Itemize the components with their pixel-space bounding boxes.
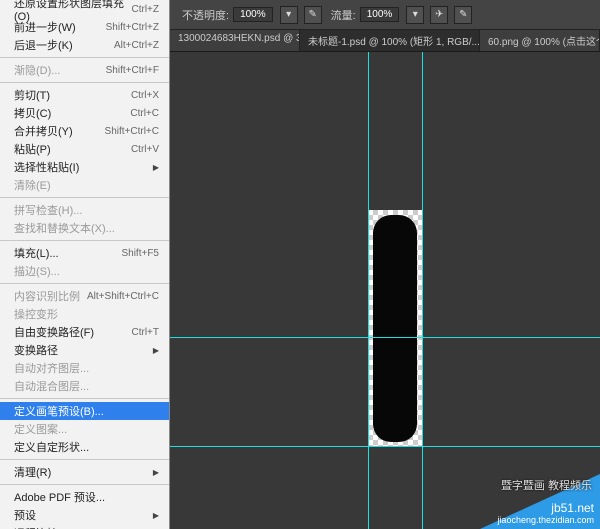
menu-item-label: 粘贴(P) bbox=[14, 141, 51, 157]
menu-item-label: 后退一步(K) bbox=[14, 37, 73, 53]
menu-item[interactable]: Adobe PDF 预设... bbox=[0, 488, 169, 506]
menu-item[interactable]: 自由变换路径(F) Ctrl+T bbox=[0, 323, 169, 341]
menu-item[interactable]: 变换路径 bbox=[0, 341, 169, 359]
watermark: 暨字暨画 教程频乐 jb51.net jiaocheng.thezidian.c… bbox=[480, 474, 600, 529]
menu-item: 定义图案... bbox=[0, 420, 169, 438]
menu-item[interactable]: 定义自定形状... bbox=[0, 438, 169, 456]
menu-item-label: 剪切(T) bbox=[14, 87, 50, 103]
menu-item[interactable]: 剪切(T) Ctrl+X bbox=[0, 86, 169, 104]
menu-separator bbox=[0, 57, 169, 58]
menu-item-label: 查找和替换文本(X)... bbox=[14, 220, 115, 236]
menu-item: 清除(E) bbox=[0, 176, 169, 194]
menu-item-label: 预设 bbox=[14, 507, 36, 523]
menu-item-label: 定义图案... bbox=[14, 421, 67, 437]
menu-item-shortcut: Ctrl+V bbox=[131, 144, 159, 155]
menu-separator bbox=[0, 240, 169, 241]
menu-item[interactable]: 清理(R) bbox=[0, 463, 169, 481]
menu-item-label: 远程连接... bbox=[14, 525, 67, 529]
menu-item[interactable]: 定义画笔预设(B)... bbox=[0, 402, 169, 420]
watermark-line2: jiaocheng.thezidian.com bbox=[497, 515, 594, 525]
menu-item-label: 定义自定形状... bbox=[14, 439, 89, 455]
menu-item-label: 自由变换路径(F) bbox=[14, 324, 94, 340]
menu-item-label: 操控变形 bbox=[14, 306, 58, 322]
menu-separator bbox=[0, 82, 169, 83]
menu-item-label: 变换路径 bbox=[14, 342, 58, 358]
menu-item: 拼写检查(H)... bbox=[0, 201, 169, 219]
flow-value[interactable]: 100% bbox=[360, 7, 400, 22]
menu-item-label: 渐隐(D)... bbox=[14, 62, 60, 78]
menu-item: 渐隐(D)... Shift+Ctrl+F bbox=[0, 61, 169, 79]
menu-item-label: 定义画笔预设(B)... bbox=[14, 403, 104, 419]
options-bar: 不透明度: 100% ▾ ✎ 流量: 100% ▾ ✈ ✎ bbox=[170, 0, 600, 30]
menu-item-shortcut: Shift+Ctrl+C bbox=[105, 126, 159, 137]
menu-item-shortcut: Ctrl+C bbox=[130, 108, 159, 119]
menu-item-label: 自动对齐图层... bbox=[14, 360, 89, 376]
menu-separator bbox=[0, 283, 169, 284]
menu-item: 操控变形 bbox=[0, 305, 169, 323]
menu-item[interactable]: 合并拷贝(Y) Shift+Ctrl+C bbox=[0, 122, 169, 140]
pressure-opacity-icon[interactable]: ✎ bbox=[304, 6, 322, 24]
menu-item: 自动对齐图层... bbox=[0, 359, 169, 377]
menu-item-label: Adobe PDF 预设... bbox=[14, 489, 105, 505]
menu-item[interactable]: 预设 bbox=[0, 506, 169, 524]
menu-separator bbox=[0, 398, 169, 399]
menu-item-label: 填充(L)... bbox=[14, 245, 59, 261]
menu-item-label: 合并拷贝(Y) bbox=[14, 123, 73, 139]
opacity-dropdown-icon[interactable]: ▾ bbox=[280, 6, 298, 24]
menu-item: 内容识别比例 Alt+Shift+Ctrl+C bbox=[0, 287, 169, 305]
menu-item[interactable]: 填充(L)... Shift+F5 bbox=[0, 244, 169, 262]
guide-vertical-1 bbox=[368, 52, 369, 529]
menu-item-label: 拷贝(C) bbox=[14, 105, 51, 121]
watermark-top-text: 暨字暨画 教程频乐 bbox=[501, 477, 592, 493]
airbrush-icon[interactable]: ✈ bbox=[430, 6, 448, 24]
menu-item-label: 前进一步(W) bbox=[14, 19, 76, 35]
menu-item-label: 自动混合图层... bbox=[14, 378, 89, 394]
pressure-size-icon[interactable]: ✎ bbox=[454, 6, 472, 24]
menu-item[interactable]: 选择性粘贴(I) bbox=[0, 158, 169, 176]
menu-item-shortcut: Shift+Ctrl+F bbox=[106, 65, 159, 76]
menu-item-label: 描边(S)... bbox=[14, 263, 60, 279]
menu-item: 自动混合图层... bbox=[0, 377, 169, 395]
flow-label: 流量: bbox=[331, 7, 356, 23]
document-tabs: 1300024683HEKN.psd @ 3... 未标题-1.psd @ 10… bbox=[170, 30, 600, 52]
tab-document-3[interactable]: 60.png @ 100% (点击这个，将 选区转 bbox=[480, 30, 600, 51]
tab-document-2[interactable]: 未标题-1.psd @ 100% (矩形 1, RGB/... bbox=[300, 30, 480, 51]
menu-item[interactable]: 还原设置形状图层填充(O)Ctrl+Z bbox=[0, 0, 169, 18]
menu-separator bbox=[0, 459, 169, 460]
menu-item[interactable]: 粘贴(P) Ctrl+V bbox=[0, 140, 169, 158]
menu-item[interactable]: 拷贝(C) Ctrl+C bbox=[0, 104, 169, 122]
menu-item: 描边(S)... bbox=[0, 262, 169, 280]
menu-item-label: 内容识别比例 bbox=[14, 288, 80, 304]
canvas-area[interactable] bbox=[170, 52, 600, 529]
menu-item-shortcut: Alt+Ctrl+Z bbox=[114, 40, 159, 51]
menu-item-shortcut: Alt+Shift+Ctrl+C bbox=[87, 291, 159, 302]
guide-horizontal-1 bbox=[170, 337, 600, 338]
menu-item[interactable]: 远程连接... bbox=[0, 524, 169, 529]
menu-item-shortcut: Ctrl+X bbox=[131, 90, 159, 101]
menu-separator bbox=[0, 484, 169, 485]
menu-item-label: 拼写检查(H)... bbox=[14, 202, 82, 218]
edit-menu: 还原设置形状图层填充(O)Ctrl+Z前进一步(W) Shift+Ctrl+Z 后退… bbox=[0, 0, 170, 529]
menu-item[interactable]: 后退一步(K) Alt+Ctrl+Z bbox=[0, 36, 169, 54]
opacity-label: 不透明度: bbox=[182, 7, 229, 23]
tab-document-1[interactable]: 1300024683HEKN.psd @ 3... bbox=[170, 30, 300, 51]
menu-item-label: 清除(E) bbox=[14, 177, 51, 193]
menu-item-shortcut: Shift+F5 bbox=[121, 248, 159, 259]
watermark-line1: jb51.net bbox=[497, 501, 594, 515]
menu-item-shortcut: Shift+Ctrl+Z bbox=[106, 22, 159, 33]
menu-item-label: 清理(R) bbox=[14, 464, 51, 480]
menu-item: 查找和替换文本(X)... bbox=[0, 219, 169, 237]
opacity-value[interactable]: 100% bbox=[233, 7, 273, 22]
guide-horizontal-2 bbox=[170, 446, 600, 447]
flow-dropdown-icon[interactable]: ▾ bbox=[406, 6, 424, 24]
guide-vertical-2 bbox=[422, 52, 423, 529]
watermark-text: jb51.net jiaocheng.thezidian.com bbox=[497, 501, 594, 525]
menu-item-label: 选择性粘贴(I) bbox=[14, 159, 79, 175]
rounded-rect-shape bbox=[373, 215, 417, 442]
menu-item-shortcut: Ctrl+Z bbox=[132, 4, 160, 15]
menu-separator bbox=[0, 197, 169, 198]
menu-item-shortcut: Ctrl+T bbox=[132, 327, 160, 338]
